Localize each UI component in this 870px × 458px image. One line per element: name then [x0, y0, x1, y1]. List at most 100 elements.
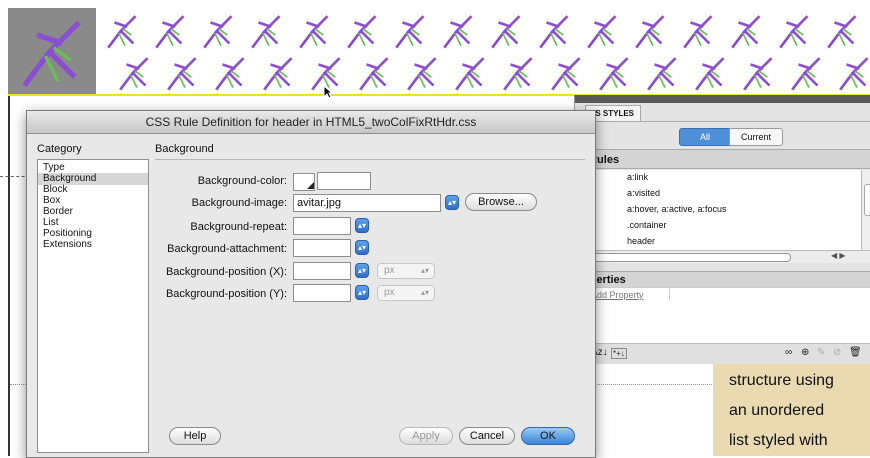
dancer-figure-icon [743, 57, 773, 91]
dancer-figure-icon [827, 15, 857, 49]
rules-horizontal-scrollbar[interactable]: ◀ ▶ [575, 250, 870, 263]
dancer-figure-icon [443, 15, 473, 49]
bg-pos-y-unit-select[interactable]: px ▴▾ [377, 285, 435, 301]
unit-label: px [384, 265, 395, 276]
dancer-figure-icon [839, 57, 869, 91]
rule-item[interactable]: a:visited [627, 188, 660, 198]
bg-pos-x-field[interactable] [293, 262, 351, 280]
dancer-figure-icon [299, 15, 329, 49]
help-button[interactable]: Help [169, 427, 221, 445]
show-set-properties-icon[interactable]: *+↓ [611, 348, 627, 359]
panel-grip[interactable] [575, 95, 870, 103]
bg-image-label: Background-image: [191, 197, 287, 209]
bg-pos-y-field[interactable] [293, 284, 351, 302]
mouse-cursor-icon [323, 85, 333, 99]
bg-color-label: Background-color: [197, 175, 287, 187]
dancer-figure-icon [119, 57, 149, 91]
add-property-link[interactable]: Add Property [591, 290, 644, 300]
dancer-figure-icon [107, 15, 137, 49]
chevron-updown-icon: ▴▾ [420, 266, 429, 275]
dancer-figure-icon [203, 15, 233, 49]
sidebar-text-line: list styled with [729, 432, 828, 449]
dancer-figure-icon [503, 57, 533, 91]
category-label: Category [37, 143, 82, 155]
dancer-figure-icon [731, 15, 761, 49]
bg-pos-x-dropdown-icon[interactable]: ▴▾ [355, 263, 369, 278]
dancer-figure-icon [155, 15, 185, 49]
column-divider [669, 288, 670, 300]
dancer-figure-icon [635, 15, 665, 49]
trash-icon[interactable]: 🗑 [849, 347, 862, 358]
bg-repeat-field[interactable] [293, 217, 351, 235]
rule-item[interactable]: a:link [627, 172, 648, 182]
bg-pos-x-unit-select[interactable]: px ▴▾ [377, 263, 435, 279]
edit-rule-icon[interactable]: ✎ [817, 347, 825, 358]
rule-item[interactable]: .container [627, 220, 667, 230]
rules-list: a:link a:visited a:hover, a:active, a:fo… [575, 170, 861, 250]
dancer-figure-icon [539, 15, 569, 49]
css-rule-definition-dialog: CSS Rule Definition for header in HTML5_… [26, 110, 596, 458]
bg-image-dropdown-icon[interactable]: ▴▾ [445, 195, 459, 210]
disable-property-icon[interactable]: ⊘ [833, 347, 841, 358]
dancer-figure-icon [587, 15, 617, 49]
banner-figures-svg [22, 15, 869, 91]
new-rule-icon[interactable]: ⊕ [801, 347, 809, 358]
all-mode-button[interactable]: All [679, 128, 731, 146]
dancer-figure-icon [251, 15, 281, 49]
bg-pos-y-dropdown-icon[interactable]: ▴▾ [355, 285, 369, 300]
current-mode-button[interactable]: Current [729, 128, 783, 146]
properties-footer-toolbar: ≡ Az↓ *+↓ ∞ ⊕ ✎ ⊘ 🗑 [575, 343, 870, 364]
bg-repeat-dropdown-icon[interactable]: ▴▾ [355, 218, 369, 233]
dancer-figure-icon [551, 57, 581, 91]
rule-item[interactable]: header [627, 236, 655, 246]
cancel-button[interactable]: Cancel [459, 427, 515, 445]
rule-item[interactable]: a:hover, a:active, a:focus [627, 204, 727, 214]
tab-bar-divider [575, 121, 870, 122]
properties-list: Add Property [575, 287, 870, 344]
all-rules-header[interactable]: l Rules [575, 149, 870, 169]
bg-pos-y-label: Background-position (Y): [165, 288, 287, 300]
dancer-figure-icon [359, 57, 389, 91]
bg-color-field[interactable] [317, 172, 371, 190]
properties-header[interactable]: operties [575, 271, 870, 287]
scrollbar-thumb[interactable] [579, 253, 791, 262]
bg-image-field[interactable]: avitar.jpg [293, 194, 441, 212]
dancer-figure-icon [407, 57, 437, 91]
sidebar-text-line: structure using [729, 372, 834, 389]
scroll-arrows-icon[interactable]: ◀ ▶ [831, 251, 846, 260]
sidebar-text-line: an unordered [729, 402, 825, 419]
dancer-figure-icon [779, 15, 809, 49]
dancer-figure-icon [455, 57, 485, 91]
bg-pos-x-label: Background-position (X): [165, 266, 287, 278]
dancer-figure-icon [167, 57, 197, 91]
scrollbar-thumb[interactable] [864, 184, 870, 216]
browse-button[interactable]: Browse... [465, 193, 537, 211]
css-styles-panel: SS STYLES All Current l Rules a:link a:v… [574, 95, 870, 364]
ok-button[interactable]: OK [521, 427, 575, 445]
bg-repeat-label: Background-repeat: [190, 221, 287, 233]
chevron-updown-icon: ▴▾ [420, 288, 429, 297]
dancer-figure-icon [491, 15, 521, 49]
attach-stylesheet-icon[interactable]: ∞ [785, 347, 792, 358]
bg-attachment-field[interactable] [293, 239, 351, 257]
section-divider [155, 159, 585, 160]
rules-vertical-scrollbar[interactable] [861, 170, 870, 250]
header-banner [8, 8, 870, 96]
dancer-figure-icon [791, 57, 821, 91]
bg-attachment-dropdown-icon[interactable]: ▴▾ [355, 240, 369, 255]
sidebar-text-block: structure using an unordered list styled… [713, 362, 870, 456]
dancer-figure-icon [647, 57, 677, 91]
dancer-figure-icon [683, 15, 713, 49]
page-left-border [8, 96, 10, 456]
unit-label: px [384, 287, 395, 298]
dancer-figure-icon [215, 57, 245, 91]
dancer-figure-icon [599, 57, 629, 91]
dancer-figure-icon [347, 15, 377, 49]
dialog-title: CSS Rule Definition for header in HTML5_… [145, 115, 477, 129]
dancer-figure-icon [395, 15, 425, 49]
apply-button[interactable]: Apply [399, 427, 453, 445]
banner-pattern [8, 8, 870, 94]
dancer-figure-icon [22, 20, 81, 87]
bg-attachment-label: Background-attachment: [167, 243, 287, 255]
dialog-titlebar[interactable]: CSS Rule Definition for header in HTML5_… [27, 111, 595, 134]
